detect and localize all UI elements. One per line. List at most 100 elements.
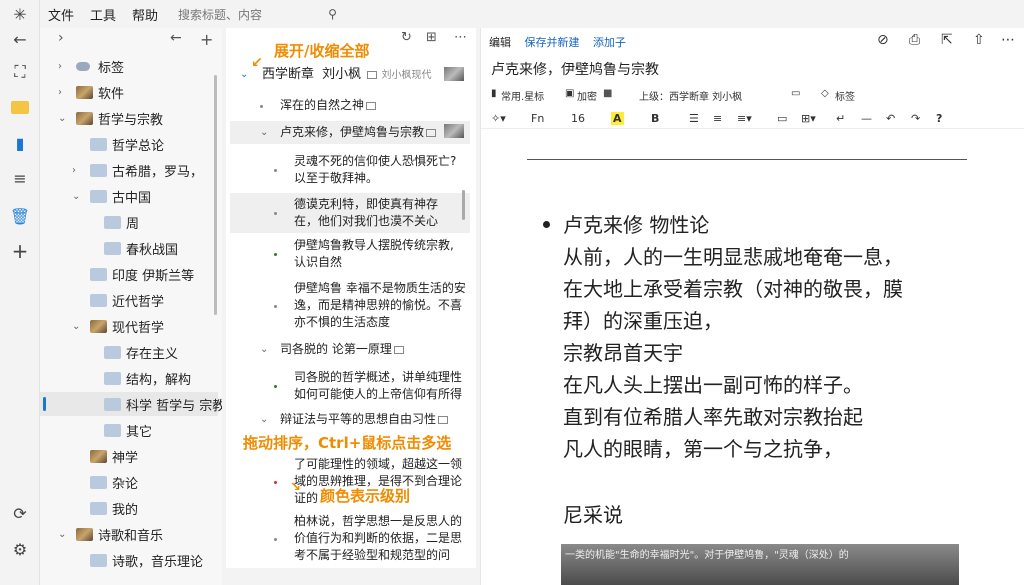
bullet-list-icon[interactable]: ☰ [689,112,699,125]
help-icon[interactable]: ? [936,112,942,125]
menu-tools[interactable]: 工具 [90,5,116,24]
outline-item[interactable]: 柏林说，哲学思想一是反思人的 价值行为和判断的依据，二是思 考不属于经验型和规范型的… [230,510,470,567]
tree-node[interactable]: 印度 伊斯兰等 [40,262,218,286]
annotation-expand: 展开/收缩全部 [274,42,370,60]
star-label[interactable]: 常用.星标 [501,88,544,103]
outline-item[interactable]: 伊壁鸠鲁 幸福不是物质生活的安 逸，而是精神思辨的愉悦。不喜 亦不惧的生活态度 [230,277,470,334]
root-thumbnail [444,67,464,81]
tree-node[interactable]: 我的 [40,496,218,520]
tree-node[interactable]: › 标签 [40,54,218,78]
note-body[interactable]: 卢克来修 物性论 从前，人的一生明显悲戚地奄奄一息， 在大地上承受着宗教（对神的敬畏… [481,128,1024,585]
menu-help[interactable]: 帮助 [132,5,158,24]
save-icon[interactable]: ⎙ [909,32,920,48]
font-select[interactable]: Fn [531,112,544,125]
back-arrow-icon[interactable]: ← [8,27,32,51]
add-icon[interactable]: + [8,239,32,263]
encrypt-label[interactable]: 加密 [577,88,597,103]
tree-node[interactable]: 近代哲学 [40,288,218,312]
insert-image-icon[interactable]: ▭ [777,112,787,125]
chevron-down-icon[interactable]: ⌄ [260,411,268,428]
tree-node[interactable]: 存在主义 [40,340,218,364]
color-square-icon[interactable]: ■ [603,88,612,99]
chevron-down-icon[interactable]: ⌄ [260,341,268,358]
folder-icon[interactable] [8,95,32,119]
note-title[interactable]: 卢克来修，伊壁鸠鲁与宗教 [491,59,659,79]
new-note-icon[interactable]: ⊞ [426,30,437,45]
align-icon[interactable]: ≡▾ [737,112,752,125]
outline-item[interactable]: ⌄ 辩证法与平等的思想自由习性 [230,408,470,431]
tree-node[interactable]: 神学 [40,444,218,468]
outline-item[interactable]: ⌄ 司各脱的 论第一原理 [230,338,470,361]
outline-item[interactable]: 浑在的自然之神 [230,94,470,117]
sync-icon[interactable]: ⟳ [8,501,32,525]
chevron-icon[interactable]: ⌄ [72,321,82,332]
trash-icon[interactable]: 🗑 [8,204,32,228]
horizontal-rule-icon[interactable]: — [861,112,872,125]
tree-node[interactable]: 其它 [40,418,218,442]
tree-node[interactable]: 诗歌，音乐理论 [40,548,218,572]
table-icon[interactable]: ⊞▾ [801,112,816,125]
tree-node[interactable]: 科学 哲学与 宗教 [40,392,222,416]
block-icon[interactable]: ⊘ [877,32,889,48]
expand-chevron-icon[interactable]: › [58,30,64,46]
list-icon[interactable]: ≡ [8,166,32,190]
tree-node[interactable]: › 古希腊，罗马， [40,158,218,182]
tree-node[interactable]: ⌄ 古中国 [40,184,218,208]
undo-icon[interactable]: ↶ [886,112,895,125]
outline-item[interactable]: 伊壁鸠鲁教导人摆脱传统宗教, 认识自然 [230,234,470,274]
left-rail: ✳ ← ⛶ ▮ ≡ 🗑 + ⟳ ⚙ [0,0,40,585]
chevron-down-icon[interactable]: ⌄ [260,124,268,141]
body-line: 卢克来修 物性论 [563,213,710,237]
add-node-icon[interactable]: + [200,30,213,49]
search-input[interactable]: 搜索标题、内容 [178,6,262,23]
fullscreen-icon[interactable]: ⛶ [8,60,32,84]
search-icon[interactable]: ⚲ [328,7,337,21]
chevron-icon[interactable]: ⌄ [72,191,82,202]
tree-node[interactable]: 杂论 [40,470,218,494]
bold-button[interactable]: B [651,112,659,125]
outline-item-label: 卢克来修，伊壁鸠鲁与宗教 [280,125,425,139]
tree-node[interactable]: ⌄ 诗歌和音乐 [40,522,218,546]
tree-node[interactable]: 哲学总论 [40,132,218,156]
menu-file[interactable]: 文件 [48,5,74,24]
numbered-list-icon[interactable]: ≡ [713,112,722,125]
tree-node[interactable]: ⌄ 哲学与宗教 [40,106,218,130]
bookmark-icon[interactable]: ▮ [8,131,32,155]
add-child-button[interactable]: 添加子 [593,36,626,49]
size-select[interactable]: 16 [571,112,585,125]
chevron-icon[interactable]: ⌄ [58,113,68,124]
tree-node[interactable]: 春秋战国 [40,236,218,260]
tree-node[interactable]: › 软件 [40,80,218,104]
image-icon[interactable]: ▭ [791,88,800,99]
highlight-icon[interactable]: A [611,112,624,125]
magic-wand-icon[interactable]: ✧▾ [491,112,506,125]
more-icon[interactable]: ⋯ [454,30,467,45]
outline-item[interactable]: 司各脱的哲学概述，讲单纯理性 如何可能使人的上帝信仰有所得 [230,366,470,406]
chevron-icon[interactable]: › [72,165,82,176]
parent-label[interactable]: 上级：西学断章 刘小枫 [639,88,742,103]
wrap-icon[interactable]: ↵ [836,112,845,125]
annotation-arrow-icon: ↙ [251,55,263,71]
collapse-arrow-icon[interactable]: ← [170,30,182,46]
outline-item[interactable]: 灵魂不死的信仰使人恐惧死亡? 以至于敬拜神。 [230,150,470,190]
chevron-down-icon[interactable]: ⌄ [240,66,248,83]
outline-item[interactable]: 德谟克利特，即使真有神存 在，他们对我们也漠不关心 [230,193,470,233]
tree-node[interactable]: ⌄ 现代哲学 [40,314,218,338]
chevron-icon[interactable]: ⌄ [58,529,68,540]
more-icon[interactable]: ⋯ [1001,32,1015,48]
open-external-icon[interactable]: ⇱ [941,32,953,48]
save-new-button[interactable]: 保存并新建 [525,36,580,49]
refresh-icon[interactable]: ↻ [401,30,412,45]
outline-scrollbar[interactable] [462,190,465,220]
tags-label[interactable]: 标签 [835,88,855,103]
settings-gear-icon[interactable]: ⚙ [8,537,32,561]
redo-icon[interactable]: ↷ [911,112,920,125]
tree-scrollbar[interactable] [214,75,217,315]
tree-node[interactable]: 周 [40,210,218,234]
chevron-icon[interactable]: › [58,87,68,98]
chevron-icon[interactable]: › [58,61,68,72]
share-icon[interactable]: ⇧ [973,32,985,48]
outline-item[interactable]: ⌄ 卢克来修，伊壁鸠鲁与宗教 [230,121,470,144]
tree-node[interactable]: 结构，解构 [40,366,218,390]
tab-edit[interactable]: 编辑 [489,36,511,49]
